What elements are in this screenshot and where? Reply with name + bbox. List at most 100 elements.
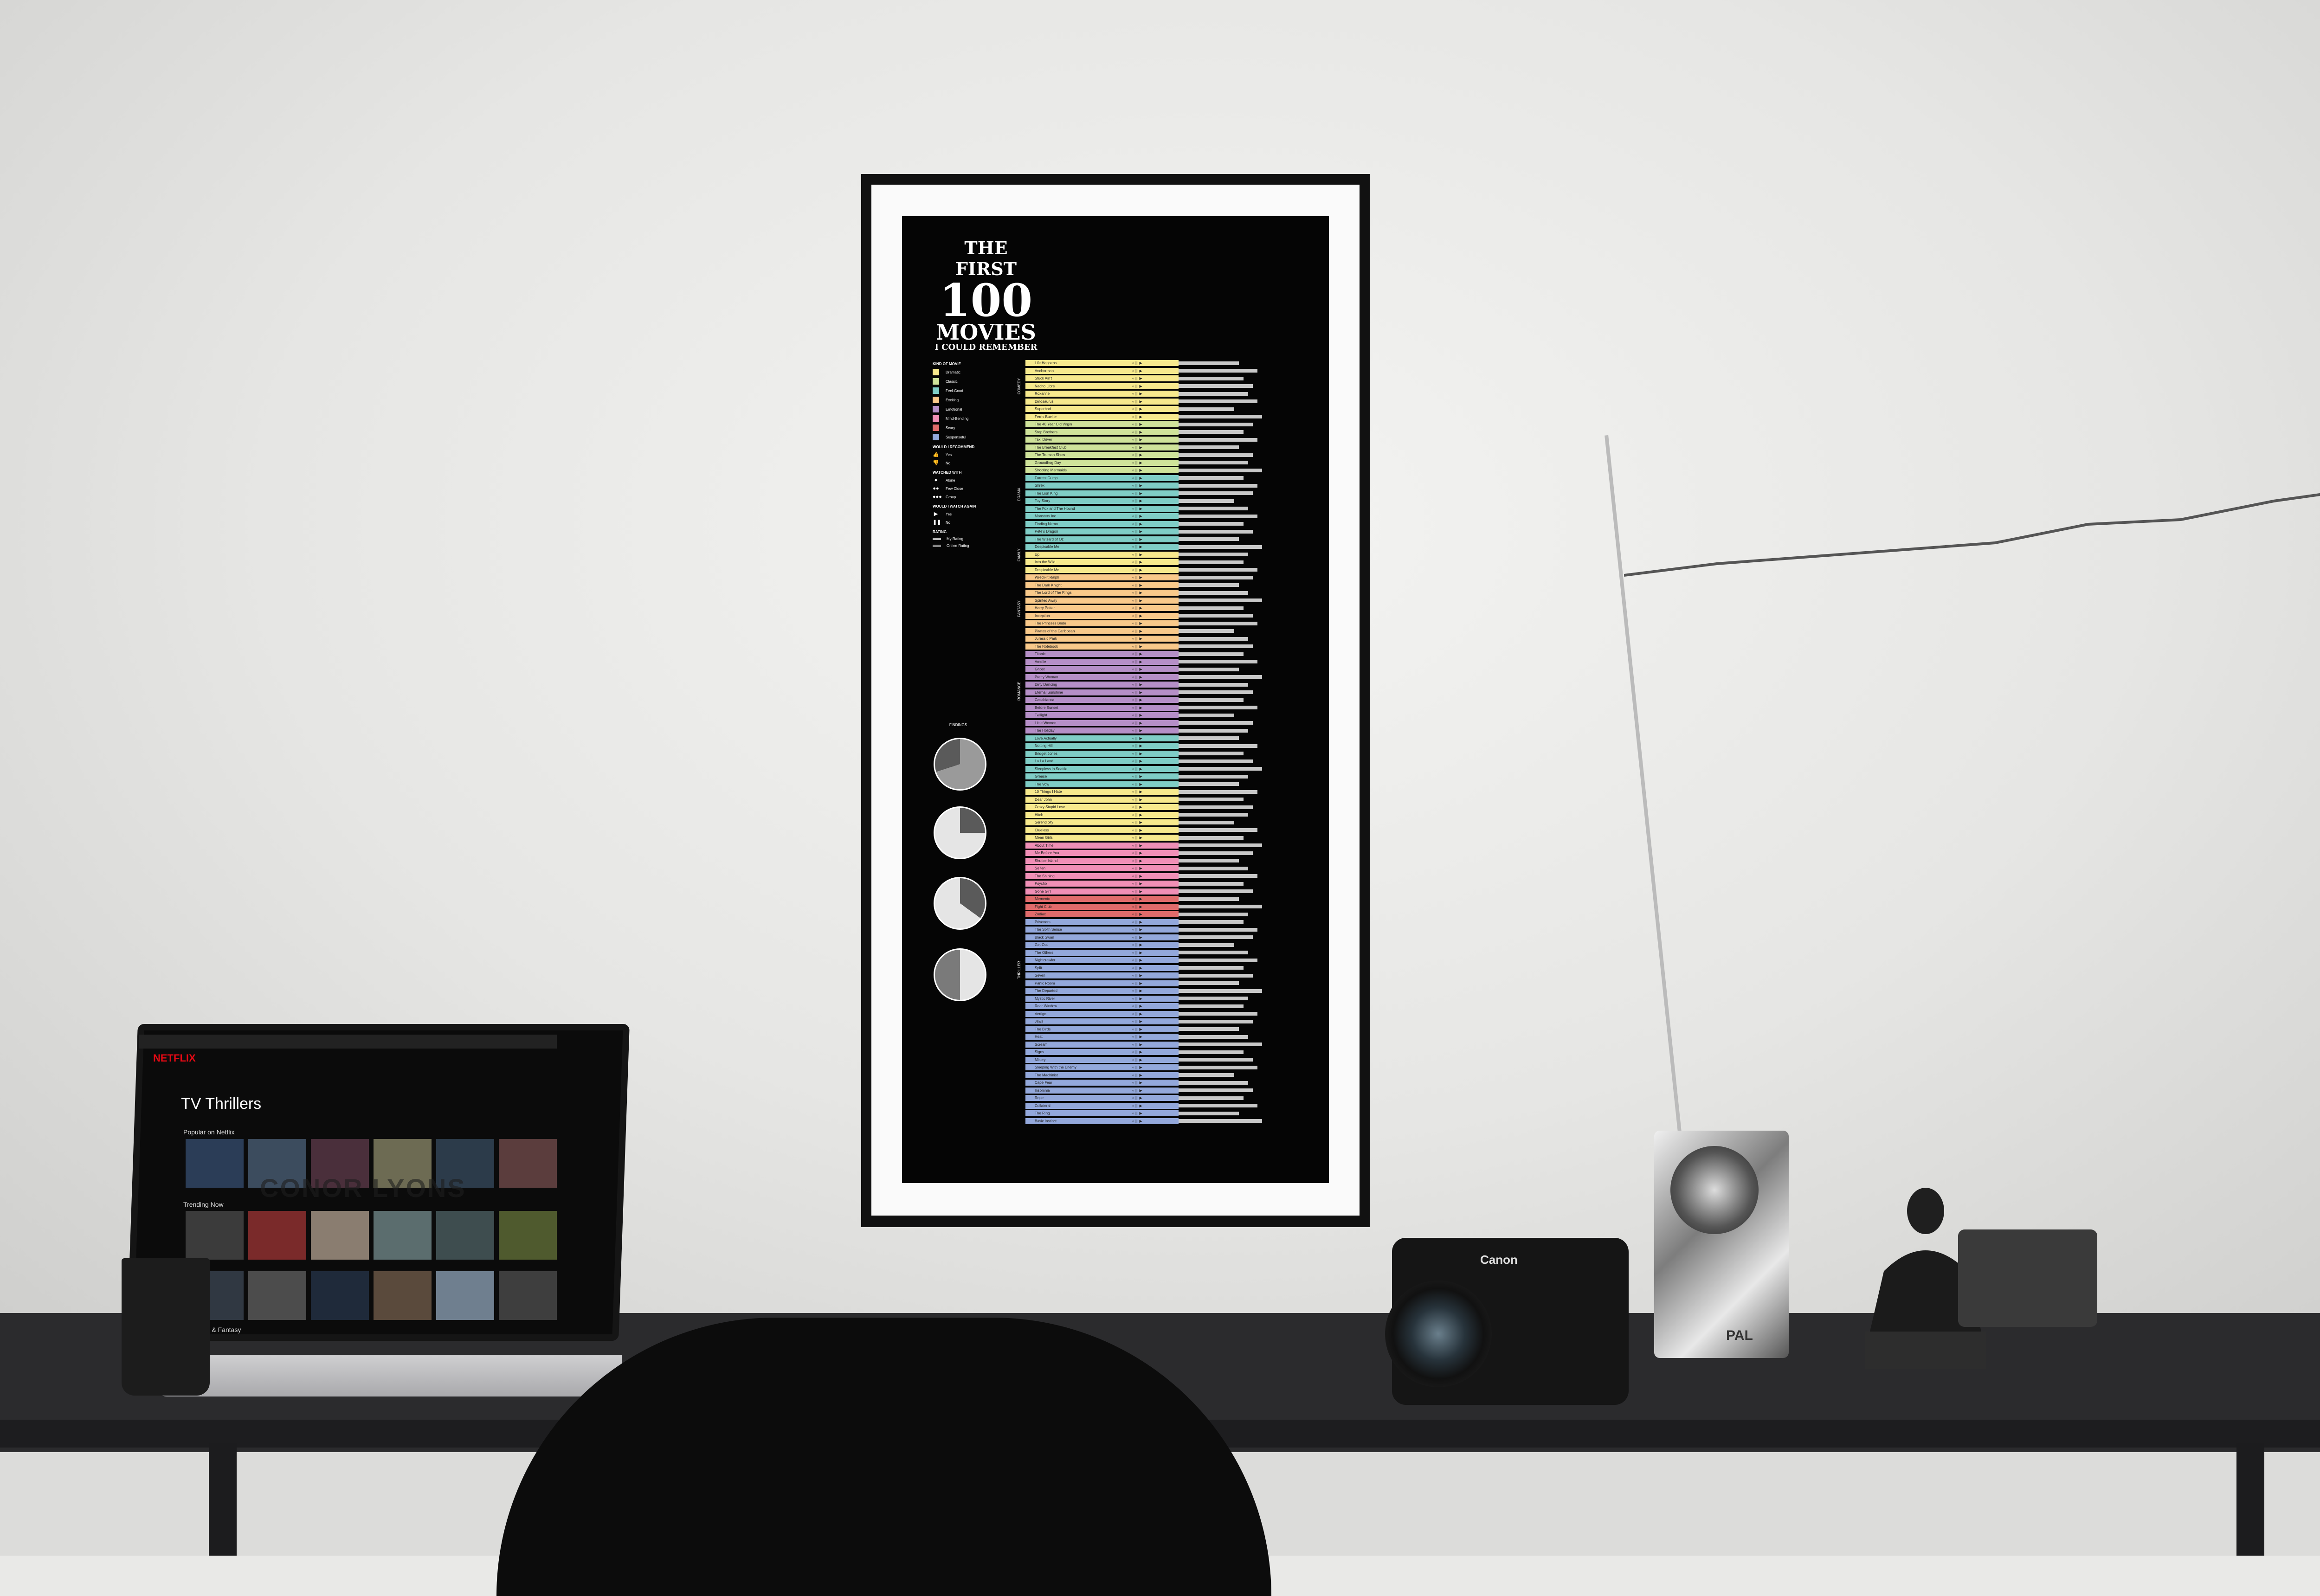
movie-row: Dirty Dancing ◐ ||| ▶ [1025,682,1248,688]
movie-title: Amelie [1025,658,1132,665]
movie-icons: ◐ ||| ▶ [1132,682,1179,688]
netflix-thumbnail[interactable] [248,1211,306,1260]
netflix-thumbnail[interactable] [311,1271,369,1320]
rating-bar [1179,438,1257,442]
rating-bar [1179,591,1248,595]
movie-icons: ◐ ||| ▶ [1132,429,1179,435]
movie-row: Jurassic Park ◐ ||| ▶ [1025,636,1248,642]
rating-bar [1179,897,1239,901]
movie-row: Into the Wild ◐ ||| ▶ [1025,559,1244,565]
movie-row: Sleeping With the Enemy ◐ ||| ▶ [1025,1064,1257,1070]
movie-icons: ◐ ||| ▶ [1132,360,1179,366]
legend-label: No [946,461,951,465]
legend-label: Alone [946,478,955,483]
laptop-base [153,1355,622,1396]
netflix-thumbnail[interactable] [186,1211,244,1260]
movie-title: Memento [1025,896,1132,902]
movie-title: The Dark Knight [1025,582,1132,588]
movie-icons: ◐ ||| ▶ [1132,483,1179,489]
movie-row: Anchorman ◐ ||| ▶ [1025,367,1257,374]
netflix-thumbnail[interactable] [436,1211,494,1260]
movie-title: Signs [1025,1049,1132,1055]
movie-row: Notting Hill ◐ ||| ▶ [1025,743,1257,749]
movie-title: The Sixth Sense [1025,927,1132,933]
movie-row: Nacho Libre ◐ ||| ▶ [1025,383,1253,389]
group-label: FANTASY [1017,600,1021,617]
movie-title: Despicable Me [1025,544,1132,550]
movie-row: The 40 Year Old Virgin ◐ ||| ▶ [1025,421,1253,427]
movie-title: The Shining [1025,873,1132,879]
netflix-thumbnail[interactable] [311,1211,369,1260]
movie-icons: ◐ ||| ▶ [1132,590,1179,596]
movie-title: Dirty Dancing [1025,682,1132,688]
netflix-thumbnail[interactable] [499,1211,557,1260]
movie-title: Grease [1025,773,1132,779]
movie-title: The Departed [1025,988,1132,994]
rating-bar [1179,798,1244,801]
movie-icons: ◐ ||| ▶ [1132,544,1179,550]
movie-icons: ◐ ||| ▶ [1132,551,1179,558]
movie-title: The Breakfast Club [1025,444,1132,450]
legend-label: Group [946,495,956,499]
movie-row: Black Swan ◐ ||| ▶ [1025,934,1253,940]
movie-icons: ◐ ||| ▶ [1132,413,1179,420]
rating-bar [1179,468,1262,472]
movie-icons: ◐ ||| ▶ [1132,835,1179,841]
movie-icons: ◐ ||| ▶ [1132,452,1179,458]
legend-label: Yes [946,452,952,457]
movie-row: Psycho ◐ ||| ▶ [1025,881,1244,887]
movie-row: Shooting Mermaids ◐ ||| ▶ [1025,467,1262,473]
movie-row: The Wizard of Oz ◐ ||| ▶ [1025,536,1239,542]
legend-label: Mind-Bending [946,416,969,421]
netflix-thumbnail[interactable] [499,1139,557,1188]
movie-icons: ◐ ||| ▶ [1132,1034,1179,1040]
findings-pie-3 [934,877,986,930]
rating-bar [1179,384,1253,388]
movie-title: Mean Girls [1025,835,1132,841]
kind-swatch [933,378,939,385]
movie-title: The Vow [1025,781,1132,787]
rating-bar [1179,453,1253,457]
movie-title: Wreck-It Ralph [1025,574,1132,580]
thumb-down-icon: 👎 [933,460,939,466]
rating-bar [1179,537,1239,541]
movie-title: The Wizard of Oz [1025,536,1132,542]
movie-icons: ◐ ||| ▶ [1132,750,1179,757]
movie-icons: ◐ ||| ▶ [1132,857,1179,864]
movie-row: The Sixth Sense ◐ ||| ▶ [1025,927,1257,933]
movie-row: La La Land ◐ ||| ▶ [1025,758,1253,764]
movie-row: Mean Girls ◐ ||| ▶ [1025,835,1244,841]
movie-title: Bridget Jones [1025,750,1132,757]
netflix-thumbnail[interactable] [499,1271,557,1320]
netflix-thumbnail[interactable] [186,1139,244,1188]
movie-row: Ghost ◐ ||| ▶ [1025,666,1239,672]
netflix-thumbnail[interactable] [248,1271,306,1320]
movie-icons: ◐ ||| ▶ [1132,367,1179,374]
movie-title: Ferris Bueller [1025,413,1132,420]
movie-title: Groundhog Day [1025,459,1132,466]
legend-kind-item: Classic [933,378,1030,385]
rating-bar [1179,1081,1248,1085]
movie-icons: ◐ ||| ▶ [1132,1102,1179,1109]
movie-row: Zodiac ◐ ||| ▶ [1025,911,1248,917]
netflix-thumbnail[interactable] [374,1211,432,1260]
netflix-category-title: TV Thrillers [181,1095,262,1113]
rating-bar [1179,966,1244,970]
movie-row: The Lord of The Rings ◐ ||| ▶ [1025,590,1248,596]
legend-recommend-no: 👎 No [933,460,1030,466]
movie-row: Toy Story ◐ ||| ▶ [1025,498,1234,504]
findings-pie-4 [934,948,986,1001]
movie-icons: ◐ ||| ▶ [1132,720,1179,726]
movie-icons: ◐ ||| ▶ [1132,658,1179,665]
movie-row: The Shining ◐ ||| ▶ [1025,873,1257,879]
netflix-thumbnail[interactable] [436,1271,494,1320]
movie-title: Shutter Island [1025,857,1132,864]
movie-title: Shrek [1025,483,1132,489]
netflix-thumbnail[interactable] [374,1271,432,1320]
legend-watched-alone: ● Alone [933,477,1030,483]
movie-title: Step Brothers [1025,429,1132,435]
movie-row: The Machinist ◐ ||| ▶ [1025,1072,1234,1078]
movie-icons: ◐ ||| ▶ [1132,1041,1179,1048]
rating-bar [1179,744,1257,748]
rating-bar [1179,629,1234,633]
